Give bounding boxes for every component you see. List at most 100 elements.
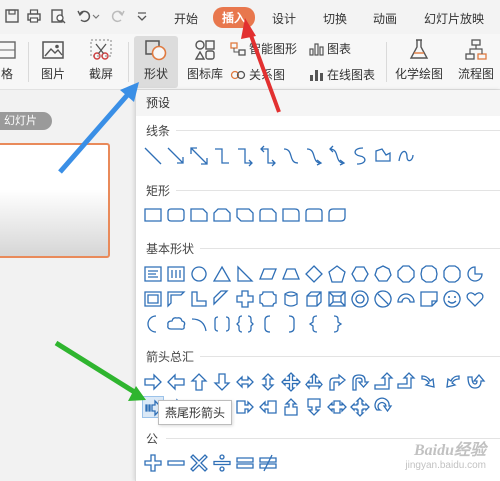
shape-a-callout-l-icon[interactable] — [257, 396, 279, 418]
shape-f-not-equal-icon[interactable] — [257, 452, 279, 474]
shape-trapezoid-icon[interactable] — [280, 263, 302, 285]
shape-dbl-brace-icon[interactable] — [234, 313, 256, 335]
shape-snip-round-icon[interactable] — [257, 204, 279, 226]
shape-triangle-icon[interactable] — [211, 263, 233, 285]
shape-snip2-icon[interactable] — [211, 204, 233, 226]
partial-ribbon-button[interactable]: 格 — [0, 38, 18, 82]
shape-a-bent-icon[interactable] — [326, 371, 348, 393]
shape-no-symbol-icon[interactable] — [372, 288, 394, 310]
icon-library-button[interactable]: 图标库 — [186, 38, 224, 82]
shape-octagon-icon[interactable] — [395, 263, 417, 285]
online-chart-button[interactable]: 在线图表 — [308, 66, 375, 83]
shape-block-arc-icon[interactable] — [395, 288, 417, 310]
shape-can-icon[interactable] — [280, 288, 302, 310]
tab-home[interactable]: 开始 — [174, 10, 198, 27]
shape-arrow-line-icon[interactable] — [165, 145, 187, 167]
shape-a-u-d-icon[interactable] — [257, 371, 279, 393]
slides-tab[interactable]: 幻灯片 — [0, 112, 52, 130]
shape-a-l-up-icon[interactable] — [372, 371, 394, 393]
shape-r-brace-icon[interactable] — [326, 313, 348, 335]
shape-decagon-icon[interactable] — [418, 263, 440, 285]
shape-cube-icon[interactable] — [303, 288, 325, 310]
shape-a-callout-r-icon[interactable] — [234, 396, 256, 418]
relation-chart-button[interactable]: 关系图 — [230, 66, 285, 83]
shape-a-curved-r-icon[interactable] — [418, 371, 440, 393]
shape-elbow-dbl-icon[interactable] — [257, 145, 279, 167]
shape-elbow-icon[interactable] — [211, 145, 233, 167]
chart-button[interactable]: 图表 — [308, 40, 351, 57]
shape-textbox-icon[interactable] — [142, 263, 164, 285]
undo-icon[interactable] — [76, 8, 92, 24]
redo-icon[interactable] — [110, 8, 126, 24]
shapes-button[interactable]: 形状 — [134, 36, 178, 88]
print-preview-icon[interactable] — [50, 8, 66, 24]
shape-curve-arrow-icon[interactable] — [303, 145, 325, 167]
shape-f-div-icon[interactable] — [211, 452, 233, 474]
shape-ellipse-icon[interactable] — [188, 263, 210, 285]
undo-dropdown-icon[interactable] — [92, 8, 100, 24]
shape-f-mult-icon[interactable] — [188, 452, 210, 474]
shape-a-curved-u-icon[interactable] — [464, 371, 486, 393]
shape-diag-stripe-icon[interactable] — [211, 288, 233, 310]
shape-moon-icon[interactable] — [142, 313, 164, 335]
shape-folded-corner-icon[interactable] — [418, 288, 440, 310]
screenshot-button[interactable]: 截屏 — [82, 38, 120, 82]
shape-scribble-icon[interactable] — [395, 145, 417, 167]
slide-thumbnail[interactable] — [0, 143, 110, 258]
shape-line-icon[interactable] — [142, 145, 164, 167]
shape-plaque-icon[interactable] — [257, 288, 279, 310]
shape-snip1-icon[interactable] — [188, 204, 210, 226]
shape-a-down-icon[interactable] — [211, 371, 233, 393]
shape-round-diag-icon[interactable] — [326, 204, 348, 226]
shape-dodecagon-icon[interactable] — [441, 263, 463, 285]
shape-vtextbox-icon[interactable] — [165, 263, 187, 285]
shape-f-equal-icon[interactable] — [234, 452, 256, 474]
shape-a-left-icon[interactable] — [165, 371, 187, 393]
shape-a-l-r-u-icon[interactable] — [303, 371, 325, 393]
shape-l-bracket-icon[interactable] — [257, 313, 279, 335]
shape-a-right-icon[interactable] — [142, 371, 164, 393]
shape-hexagon-icon[interactable] — [349, 263, 371, 285]
shape-round1-icon[interactable] — [280, 204, 302, 226]
shape-pentagon-icon[interactable] — [326, 263, 348, 285]
tab-slideshow[interactable]: 幻灯片放映 — [424, 10, 484, 27]
shape-half-frame-icon[interactable] — [165, 288, 187, 310]
shape-a-callout-d-icon[interactable] — [303, 396, 325, 418]
shape-smiley-icon[interactable] — [441, 288, 463, 310]
shape-pie-icon[interactable] — [464, 263, 486, 285]
print-icon[interactable] — [26, 8, 42, 24]
shape-f-minus-icon[interactable] — [165, 452, 187, 474]
shape-a-bent-up-icon[interactable] — [395, 371, 417, 393]
customize-toolbar-icon[interactable] — [136, 8, 148, 24]
shape-snip-diag-icon[interactable] — [234, 204, 256, 226]
shape-parallelogram-icon[interactable] — [257, 263, 279, 285]
shape-heptagon-icon[interactable] — [372, 263, 394, 285]
tab-animation[interactable]: 动画 — [373, 10, 397, 27]
shape-a-quad-icon[interactable] — [280, 371, 302, 393]
shape-round2-icon[interactable] — [303, 204, 325, 226]
shape-l-brace-icon[interactable] — [303, 313, 325, 335]
shape-elbow-arrow-icon[interactable] — [234, 145, 256, 167]
shape-diamond-icon[interactable] — [303, 263, 325, 285]
shape-curve-icon[interactable] — [280, 145, 302, 167]
chem-draw-button[interactable]: 化学绘图 — [394, 38, 444, 82]
shape-curve-dbl-icon[interactable] — [326, 145, 348, 167]
shape-r-bracket-icon[interactable] — [280, 313, 302, 335]
shape-a-l-r-icon[interactable] — [234, 371, 256, 393]
shape-a-callout-l-r-icon[interactable] — [326, 396, 348, 418]
shape-rect-icon[interactable] — [142, 204, 164, 226]
flowchart-button[interactable]: 流程图 — [452, 38, 500, 82]
tab-design[interactable]: 设计 — [272, 10, 296, 27]
save-icon[interactable] — [4, 8, 20, 24]
shape-a-uturn-icon[interactable] — [349, 371, 371, 393]
shape-l-shape-icon[interactable] — [188, 288, 210, 310]
shape-f-plus-icon[interactable] — [142, 452, 164, 474]
shape-a-curved-l-icon[interactable] — [441, 371, 463, 393]
shape-a-circular-icon[interactable] — [372, 396, 394, 418]
shape-dbl-bracket-icon[interactable] — [211, 313, 233, 335]
shape-dbl-arrow-icon[interactable] — [188, 145, 210, 167]
smart-art-button[interactable]: 智能图形 — [230, 40, 297, 57]
shape-a-callout-u-icon[interactable] — [280, 396, 302, 418]
shape-bevel-icon[interactable] — [326, 288, 348, 310]
shape-freeform-icon[interactable] — [372, 145, 394, 167]
